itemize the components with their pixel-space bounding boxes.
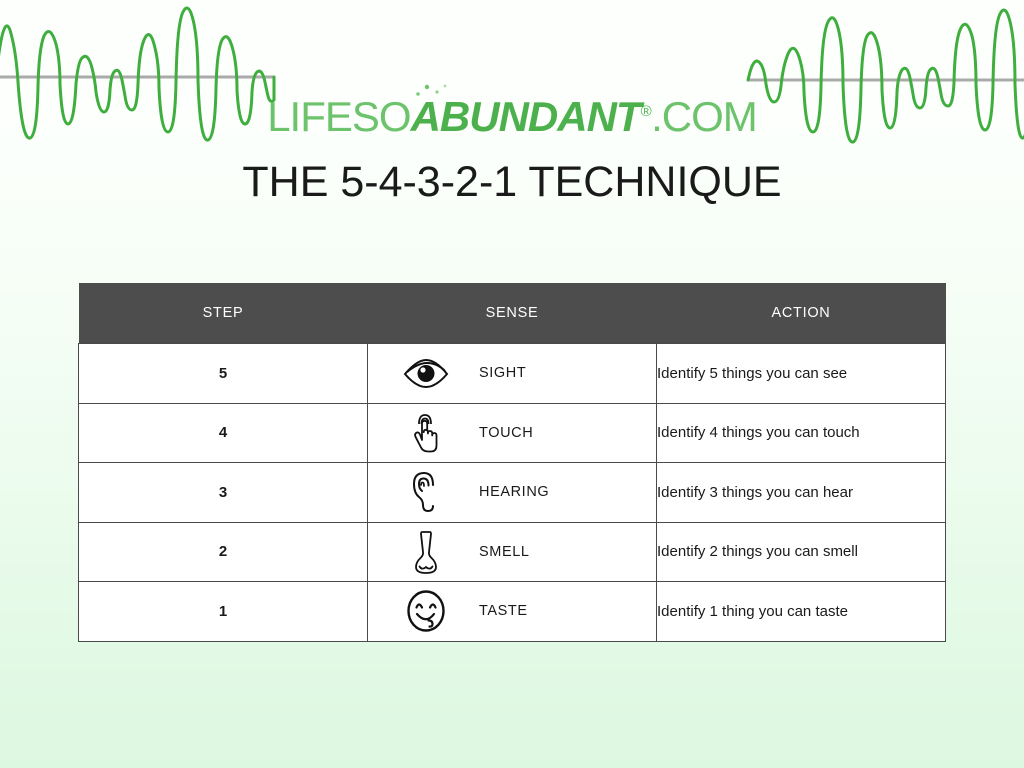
table-row: 4 TOUCH Identify 4 things you can touch bbox=[78, 402, 946, 463]
step-number: 2 bbox=[78, 521, 368, 582]
sparkle-icon bbox=[416, 84, 447, 96]
sense-label: TOUCH bbox=[479, 424, 534, 441]
page-title: THE 5-4-3-2-1 TECHNIQUE bbox=[242, 158, 782, 206]
hand-tap-icon bbox=[395, 410, 457, 456]
table-row: 3 HEARING Identify 3 things you can hear bbox=[78, 462, 946, 523]
nose-icon bbox=[395, 528, 457, 576]
sense-cell: HEARING bbox=[367, 462, 657, 523]
sense-cell: SIGHT bbox=[367, 343, 657, 404]
action-text: Identify 2 things you can smell bbox=[656, 521, 946, 582]
technique-table-container: STEP SENSE ACTION 5 SIGHT Identify 5 thi… bbox=[78, 283, 946, 642]
sense-cell: SMELL bbox=[367, 521, 657, 582]
sense-cell: TOUCH bbox=[367, 402, 657, 463]
table-header-row: STEP SENSE ACTION bbox=[78, 283, 946, 344]
action-text: Identify 5 things you can see bbox=[656, 343, 946, 404]
logo-part-dotcom: .COM bbox=[651, 93, 758, 140]
logo-part-lifeso: LIFESO bbox=[267, 93, 411, 140]
ear-icon bbox=[395, 469, 457, 515]
logo-part-abundant: ABUNDANT bbox=[410, 93, 642, 140]
sense-label: SIGHT bbox=[479, 365, 527, 382]
step-number: 5 bbox=[78, 343, 368, 404]
site-logo[interactable]: LIFESOABUNDANT®.COM bbox=[0, 84, 1024, 140]
column-header-sense: SENSE bbox=[367, 283, 657, 344]
sense-cell: TASTE bbox=[367, 581, 657, 642]
table-row: 1 TASTE Identify 1 thing you can taste bbox=[78, 581, 946, 642]
sense-label: SMELL bbox=[479, 543, 530, 560]
column-header-step: STEP bbox=[78, 283, 368, 344]
logo-text: LIFESOABUNDANT®.COM bbox=[267, 84, 758, 140]
step-number: 1 bbox=[78, 581, 368, 642]
step-number: 3 bbox=[78, 462, 368, 523]
sense-label: HEARING bbox=[479, 484, 550, 501]
tongue-smiley-icon bbox=[395, 588, 457, 634]
registered-trademark-icon: ® bbox=[640, 103, 652, 120]
action-text: Identify 3 things you can hear bbox=[656, 462, 946, 523]
eye-icon bbox=[395, 357, 457, 389]
table-row: 5 SIGHT Identify 5 things you can see bbox=[78, 343, 946, 404]
table-row: 2 SMELL Identify 2 things you can smell bbox=[78, 521, 946, 582]
column-header-action: ACTION bbox=[656, 283, 946, 344]
sense-label: TASTE bbox=[479, 603, 528, 620]
action-text: Identify 4 things you can touch bbox=[656, 402, 946, 463]
step-number: 4 bbox=[78, 402, 368, 463]
action-text: Identify 1 thing you can taste bbox=[656, 581, 946, 642]
technique-table: STEP SENSE ACTION 5 SIGHT Identify 5 thi… bbox=[78, 283, 946, 642]
